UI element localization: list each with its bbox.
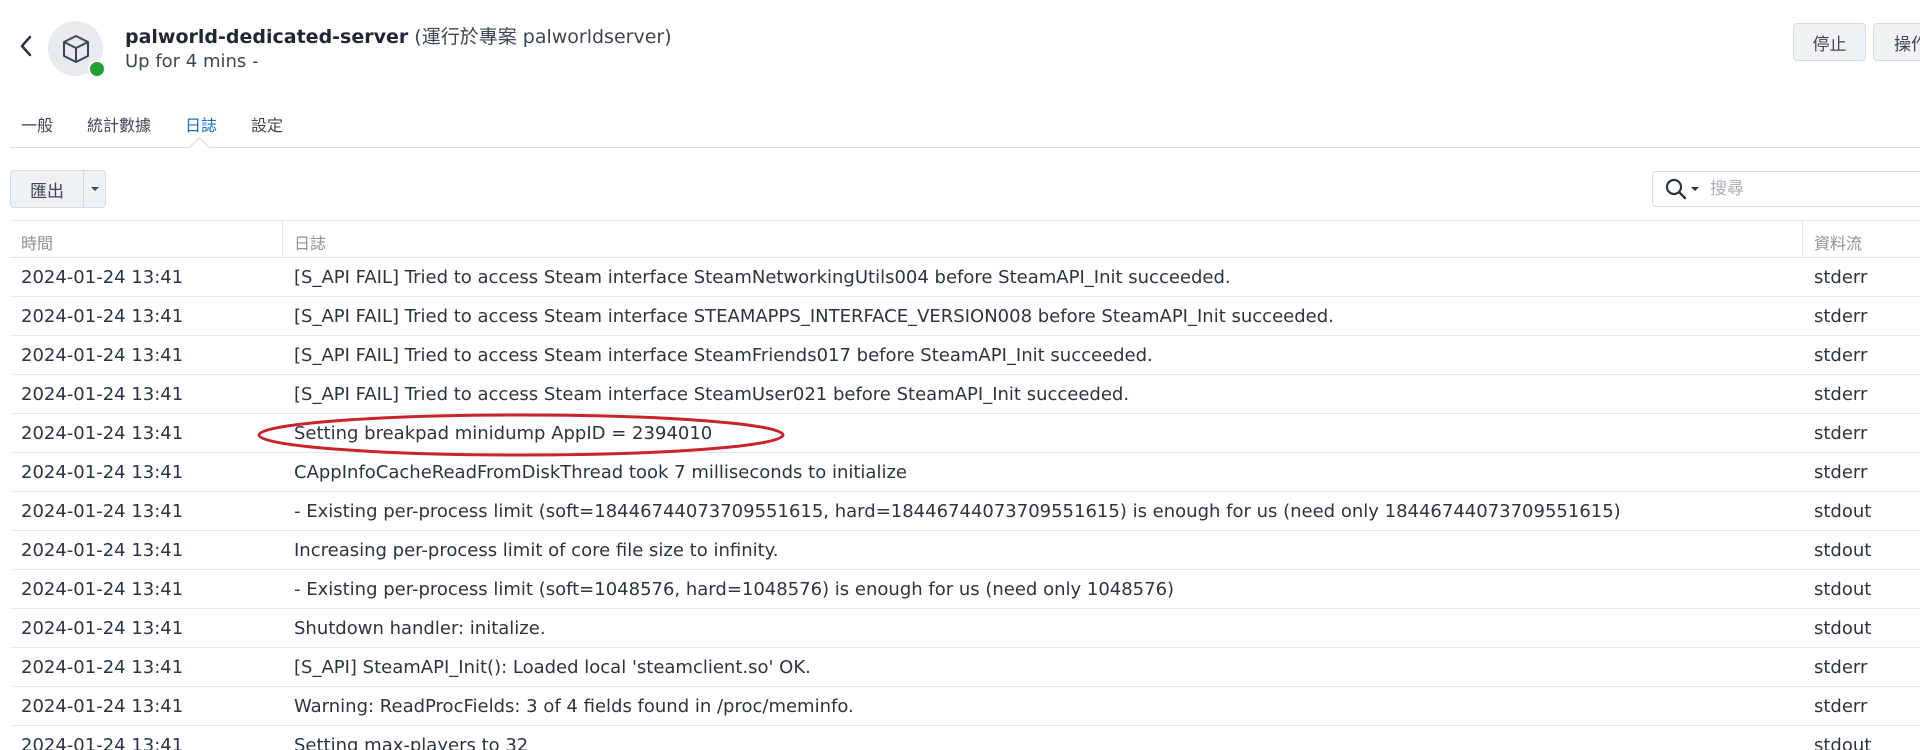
tab-bar: 一般 統計數據 日誌 設定 [0,110,1920,148]
log-cell: Warning: ReadProcFields: 3 of 4 fields f… [294,696,854,717]
column-header-log[interactable]: 日誌 [294,230,326,254]
time-cell: 2024-01-24 13:41 [21,618,184,639]
time-cell: 2024-01-24 13:41 [21,423,184,444]
log-cell: - Existing per-process limit (soft=10485… [294,579,1175,600]
stream-cell: stdout [1814,540,1872,561]
search-icon [1665,178,1687,200]
table-row[interactable]: 2024-01-24 13:41 Shutdown handler: inita… [10,609,1920,648]
page-title: palworld-dedicated-server (運行於專案 palworl… [125,22,672,49]
table-row[interactable]: 2024-01-24 13:41 [S_API] SteamAPI_Init()… [10,648,1920,687]
time-cell: 2024-01-24 13:41 [21,579,184,600]
stream-cell: stdout [1814,618,1872,639]
stream-cell: stderr [1814,657,1868,678]
time-cell: 2024-01-24 13:41 [21,735,184,750]
log-cell: Setting max-players to 32 [294,735,529,750]
column-header-time[interactable]: 時間 [21,230,53,254]
stream-cell: stderr [1814,345,1868,366]
table-row[interactable]: 2024-01-24 13:41 Increasing per-process … [10,531,1920,570]
log-cell: [S_API FAIL] Tried to access Steam inter… [294,345,1153,366]
table-row[interactable]: 2024-01-24 13:41 Warning: ReadProcFields… [10,687,1920,726]
project-info: (運行於專案 palworldserver) [408,26,672,48]
stream-cell: stderr [1814,267,1868,288]
log-cell: Shutdown handler: initalize. [294,618,546,639]
log-cell: [S_API FAIL] Tried to access Steam inter… [294,306,1334,327]
column-header-stream[interactable]: 資料流 [1814,230,1862,254]
search-options-button[interactable] [1665,178,1700,200]
log-cell: [S_API FAIL] Tried to access Steam inter… [294,267,1231,288]
caret-down-icon [90,187,99,191]
time-cell: 2024-01-24 13:41 [21,345,184,366]
stream-cell: stderr [1814,462,1868,483]
search-input[interactable] [1708,178,1912,200]
chevron-left-icon [20,35,32,57]
log-cell: Setting breakpad minidump AppID = 239401… [294,423,713,444]
log-table-body: 2024-01-24 13:41 [S_API FAIL] Tried to a… [10,258,1920,750]
tab-divider [10,147,1920,148]
export-button-group: 匯出 [10,170,106,208]
stop-button[interactable]: 停止 [1793,23,1866,61]
column-resize-handle[interactable] [1802,221,1803,258]
stream-cell: stdout [1814,501,1872,522]
container-name: palworld-dedicated-server [125,26,409,48]
stream-cell: stdout [1814,735,1872,750]
table-row[interactable]: 2024-01-24 13:41 [S_API FAIL] Tried to a… [10,336,1920,375]
time-cell: 2024-01-24 13:41 [21,462,184,483]
running-status-indicator [88,60,106,78]
stream-cell: stderr [1814,696,1868,717]
stream-cell: stderr [1814,423,1868,444]
back-button[interactable] [16,32,36,60]
time-cell: 2024-01-24 13:41 [21,306,184,327]
chevron-down-icon [1691,187,1699,191]
uptime-status: Up for 4 mins - [125,51,259,72]
export-button[interactable]: 匯出 [11,171,84,207]
table-row[interactable]: 2024-01-24 13:41 - Existing per-process … [10,570,1920,609]
log-cell: Increasing per-process limit of core fil… [294,540,779,561]
stream-cell: stderr [1814,306,1868,327]
log-cell: - Existing per-process limit (soft=18446… [294,501,1621,522]
tab-statistics[interactable]: 統計數據 [87,112,151,136]
time-cell: 2024-01-24 13:41 [21,540,184,561]
log-cell: CAppInfoCacheReadFromDiskThread took 7 m… [294,462,907,483]
time-cell: 2024-01-24 13:41 [21,657,184,678]
stream-cell: stderr [1814,384,1868,405]
time-cell: 2024-01-24 13:41 [21,501,184,522]
log-cell: [S_API FAIL] Tried to access Steam inter… [294,384,1130,405]
tab-settings[interactable]: 設定 [251,112,283,136]
export-dropdown-button[interactable] [84,171,105,207]
table-row[interactable]: 2024-01-24 13:41 Setting breakpad minidu… [10,414,1920,453]
table-row[interactable]: 2024-01-24 13:41 [S_API FAIL] Tried to a… [10,258,1920,297]
time-cell: 2024-01-24 13:41 [21,384,184,405]
tab-general[interactable]: 一般 [21,112,53,136]
log-cell: [S_API] SteamAPI_Init(): Loaded local 's… [294,657,811,678]
stream-cell: stdout [1814,579,1872,600]
table-row[interactable]: 2024-01-24 13:41 - Existing per-process … [10,492,1920,531]
search-field [1652,171,1920,207]
action-button[interactable]: 操作 [1873,23,1920,61]
table-row[interactable]: 2024-01-24 13:41 CAppInfoCacheReadFromDi… [10,453,1920,492]
table-row[interactable]: 2024-01-24 13:41 [S_API FAIL] Tried to a… [10,297,1920,336]
table-row[interactable]: 2024-01-24 13:41 Setting max-players to … [10,726,1920,750]
table-header: 時間 日誌 資料流 [10,220,1920,258]
time-cell: 2024-01-24 13:41 [21,267,184,288]
table-row[interactable]: 2024-01-24 13:41 [S_API FAIL] Tried to a… [10,375,1920,414]
tab-log[interactable]: 日誌 [185,112,217,136]
column-resize-handle[interactable] [282,221,283,258]
time-cell: 2024-01-24 13:41 [21,696,184,717]
package-box-icon [62,34,89,63]
